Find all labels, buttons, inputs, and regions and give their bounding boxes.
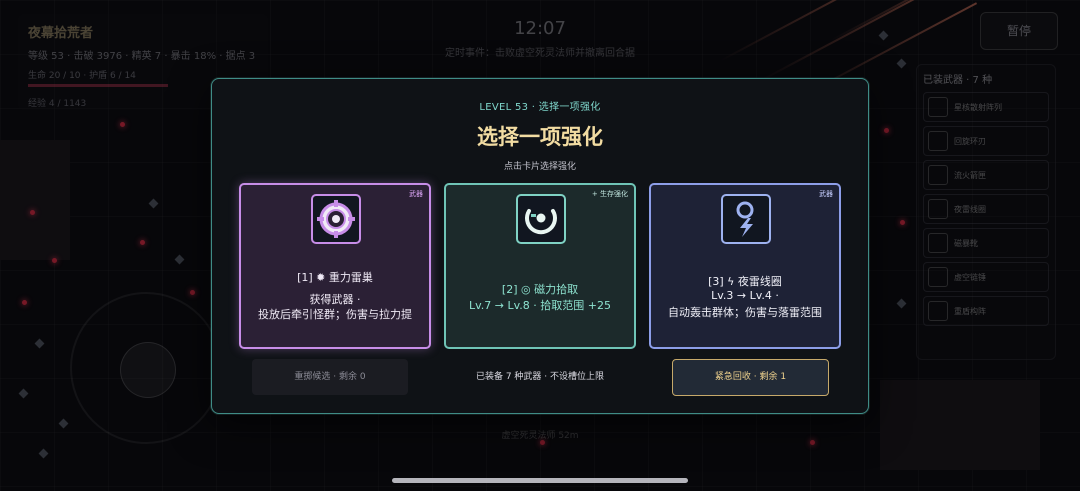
magnet-icon [516,194,566,244]
card-name: [3] ϟ 夜雷线圈 [708,275,782,288]
card-detail: Lv.3 → Lv.4 · [711,289,779,302]
card-name: [2] ◎ 磁力拾取 [501,283,579,296]
card-name: [1] ✹ 重力雷巢 [297,271,373,284]
upgrade-card-magnet[interactable]: + 生存强化 [2] ◎ 磁力拾取 Lv.7 → Lv.8 · 拾取范围 +25 [444,183,636,349]
equipped-weapons-note: 已装备 7 种武器 · 不设槽位上限 [475,372,605,382]
lightning-coil-icon [721,194,771,244]
card-tag: 武器 [819,190,833,198]
home-indicator[interactable] [392,478,688,483]
reroll-button[interactable]: 重掷候选 · 剩余 0 [252,359,408,395]
card-tag: + 生存强化 [591,190,628,198]
card-tag: 武器 [409,190,423,198]
card-detail: Lv.7 → Lv.8 · 拾取范围 +25 [469,299,611,312]
upgrade-selection-dialog: LEVEL 53 · 选择一项强化 选择一项强化 点击卡片选择强化 武器 [1]… [211,78,869,414]
upgrade-card-gravity-mine[interactable]: 武器 [1] ✹ 重力雷巢 获得武器 · 投放后牵引怪群；伤害与拉力提 [239,183,431,349]
card-description: 投放后牵引怪群；伤害与拉力提 [258,308,412,321]
card-description: 自动轰击群体；伤害与落雷范围 [668,306,822,319]
card-detail: 获得武器 · [309,293,361,306]
upgrade-card-lightning-coil[interactable]: 武器 [3] ϟ 夜雷线圈 Lv.3 → Lv.4 · 自动轰击群体；伤害与落雷… [649,183,841,349]
dialog-title: 选择一项强化 [477,125,603,149]
dialog-hint: 点击卡片选择强化 [503,162,576,172]
gravity-mine-icon [311,194,361,244]
emergency-recall-button[interactable]: 紧急回收 · 剩余 1 [672,359,829,396]
level-label: LEVEL 53 · 选择一项强化 [479,102,601,113]
